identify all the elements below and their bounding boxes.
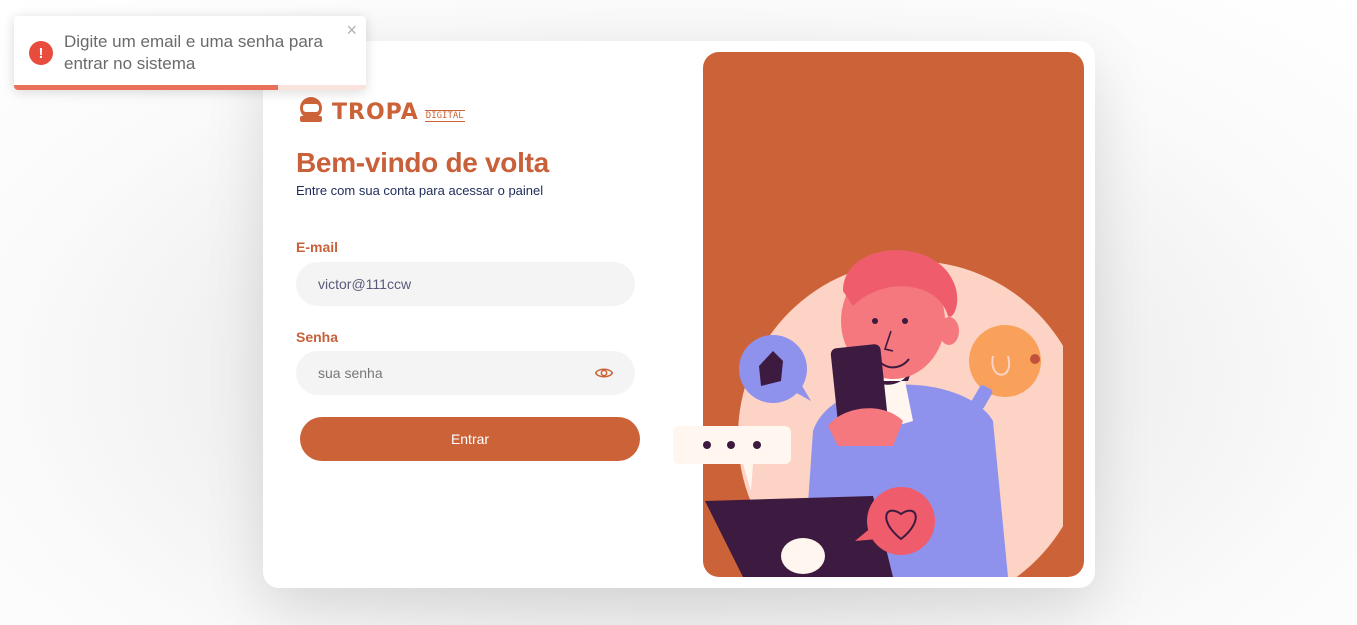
password-field[interactable]: sua senha [296,351,635,395]
brand-logo: TROPA DIGITAL [296,96,465,124]
email-value: victor@111ccw [318,276,412,292]
email-field[interactable]: victor@111ccw [296,262,635,306]
person-with-phone-illustration [673,250,1063,577]
toast-progress-bar [14,85,366,90]
page-subtitle: Entre com sua conta para acessar o paine… [296,183,544,198]
page-title: Bem-vindo de volta [296,147,549,178]
logo-subtext: DIGITAL [424,110,465,122]
error-toast: ! Digite um email e uma senha para entra… [14,16,366,90]
helmet-icon [300,97,322,122]
password-label: Senha [296,329,339,345]
logo-wordmark: TROPA [332,100,419,125]
close-icon[interactable]: × [346,21,357,39]
password-placeholder: sua senha [318,365,383,381]
toast-message: Digite um email e uma senha para entrar … [64,32,323,73]
email-label: E-mail [296,239,339,255]
toast-progress-fill [14,85,278,90]
eye-icon[interactable] [593,363,615,383]
submit-button[interactable]: Entrar [300,417,640,461]
error-icon: ! [29,41,53,65]
login-card: TROPA DIGITAL Bem-vindo de volta Entre c… [263,41,1095,588]
